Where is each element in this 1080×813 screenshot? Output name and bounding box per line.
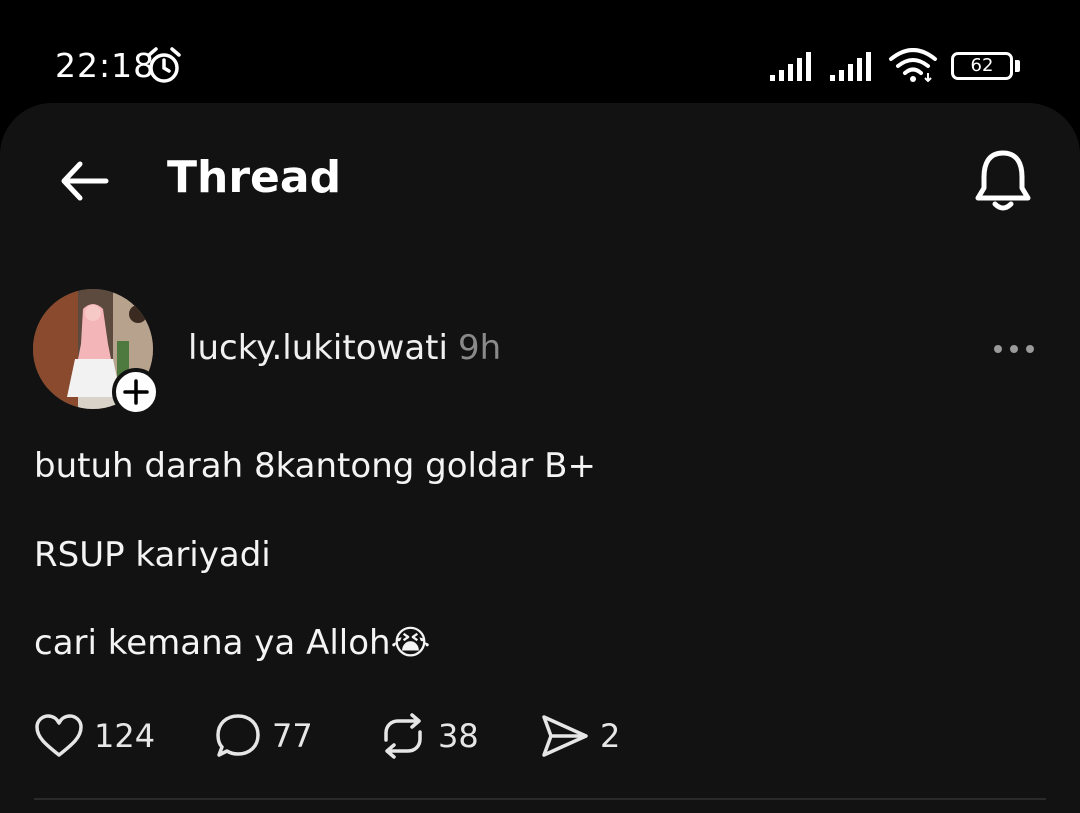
follow-button[interactable] — [112, 368, 160, 416]
bell-icon[interactable] — [972, 148, 1034, 214]
divider — [34, 798, 1046, 800]
cellular-signal-icon — [770, 52, 811, 81]
comment-icon — [216, 714, 260, 757]
repost-button[interactable]: 38 — [378, 710, 479, 762]
like-count: 124 — [94, 717, 156, 755]
back-button[interactable] — [56, 153, 112, 209]
page-title: Thread — [167, 152, 342, 203]
send-icon — [542, 715, 588, 757]
reply-button[interactable]: 77 — [214, 710, 313, 762]
cellular-signal-icon — [830, 52, 871, 81]
reply-count: 77 — [272, 717, 313, 755]
status-time: 22:18 — [55, 46, 156, 85]
post-text-line: cari kemana ya Alloh😭 — [34, 623, 431, 663]
repost-icon — [384, 713, 422, 759]
share-button[interactable]: 2 — [540, 710, 620, 762]
share-count: 2 — [600, 717, 621, 755]
more-options-icon[interactable] — [992, 338, 1036, 360]
battery-nub — [1015, 60, 1020, 72]
post-text-line: RSUP kariyadi — [34, 535, 271, 575]
heart-icon — [35, 714, 83, 757]
battery-icon: 62 — [951, 52, 1013, 80]
battery-level: 62 — [970, 55, 994, 76]
like-button[interactable]: 124 — [34, 710, 155, 762]
alarm-icon — [147, 47, 181, 83]
status-bar: 22:18 62 — [0, 0, 1080, 100]
plus-icon — [123, 379, 149, 405]
wifi-icon — [889, 48, 937, 82]
username[interactable]: lucky.lukitowati — [188, 328, 448, 368]
post-timestamp: 9h — [457, 328, 502, 368]
post-author[interactable]: lucky.lukitowati 9h — [188, 328, 501, 368]
post-text-line: butuh darah 8kantong goldar B+ — [34, 446, 596, 486]
repost-count: 38 — [438, 717, 479, 755]
